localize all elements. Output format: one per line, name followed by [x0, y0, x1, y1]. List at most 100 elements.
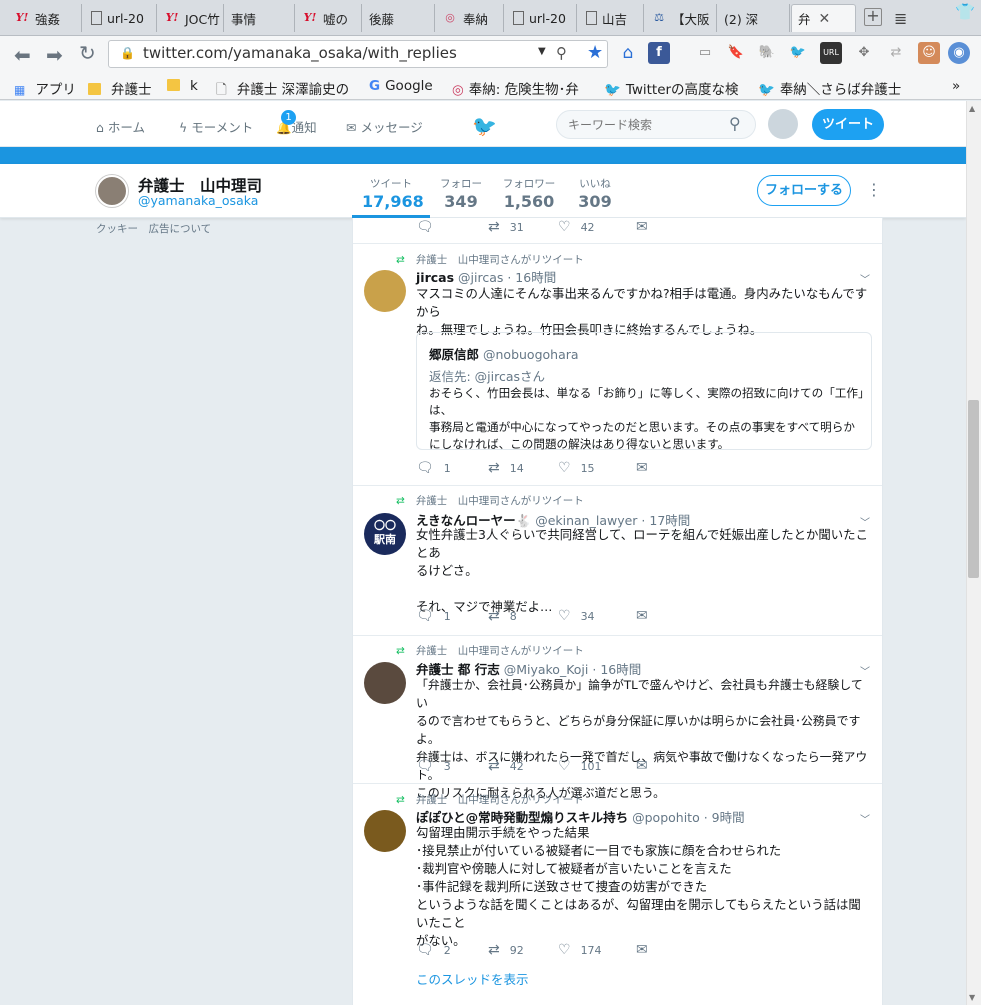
profile-handle[interactable]: @yamanaka_osaka — [138, 193, 258, 208]
bookmark-folder[interactable]: 弁護士 — [88, 78, 152, 98]
twitter-extension-icon[interactable]: 🐦 — [787, 42, 809, 64]
browser-tab-active[interactable]: 🐦弁✕ — [791, 4, 856, 32]
tweet-avatar[interactable] — [364, 810, 406, 852]
tweet-timestamp[interactable]: · 16時間 — [507, 270, 556, 285]
stat-tweets[interactable]: ツイート 17,968 — [362, 176, 424, 211]
tweet-avatar[interactable] — [364, 270, 406, 312]
browser-tab[interactable]: 🐦後藤 — [363, 4, 435, 32]
crosshair-icon[interactable]: ✥ — [853, 42, 875, 64]
scroll-down-arrow-icon[interactable]: ▼ — [969, 993, 975, 1002]
url-text[interactable]: twitter.com/yamanaka_osaka/with_replies — [143, 44, 457, 62]
retweet-button[interactable]: ⇄ 31 — [488, 219, 524, 235]
tab-list-menu-icon[interactable]: ≣ — [894, 9, 908, 28]
new-tab-button[interactable]: + — [864, 8, 882, 26]
browser-tab[interactable]: url-20 — [505, 4, 577, 32]
sidebar-footer-links[interactable]: クッキー 広告について — [96, 221, 211, 236]
more-bookmarks-chevron[interactable]: » — [952, 78, 960, 94]
dm-share-button[interactable]: ✉ — [636, 219, 658, 235]
browser-tab[interactable]: url-20 — [83, 4, 157, 32]
retweet-button[interactable]: ⇄ 14 — [488, 460, 524, 476]
show-thread-link[interactable]: このスレッドを表示 — [416, 969, 529, 988]
like-button[interactable]: ♡ 42 — [558, 219, 595, 235]
dm-share-button[interactable]: ✉ — [636, 460, 658, 476]
tweet-author-handle[interactable]: @jircas — [458, 270, 503, 285]
stat-following[interactable]: フォロー 349 — [436, 176, 486, 211]
browser-tab[interactable]: 🐦事情 — [225, 4, 295, 32]
search-icon[interactable]: ⚲ — [729, 114, 741, 133]
twitter-logo-icon[interactable]: 🐦 — [472, 114, 497, 138]
bookmark-link[interactable]: ◎ 奉納: 危険生物･弁 — [452, 78, 579, 98]
scroll-up-arrow-icon[interactable]: ▲ — [969, 104, 975, 113]
back-arrow-icon[interactable]: ⬅ — [14, 43, 31, 67]
theme-shirt-icon[interactable]: 👕 — [955, 2, 975, 21]
tweet-avatar[interactable] — [364, 662, 406, 704]
reply-button[interactable]: 🗨 2 — [416, 942, 451, 958]
tweet-timestamp[interactable]: · 9時間 — [704, 810, 745, 825]
browser-tab[interactable]: Y! 強姦 — [8, 4, 82, 32]
bookmark-link[interactable]: 🐦 奉納＼さらば弁護士 — [758, 78, 901, 98]
browser-tab[interactable]: Y! 嘘の — [296, 4, 362, 32]
nav-home[interactable]: ⌂ ホーム — [96, 117, 145, 136]
stat-followers[interactable]: フォロワー 1,560 — [501, 176, 557, 211]
like-button[interactable]: ♡ 15 — [558, 460, 595, 476]
tweet[interactable]: ⇄ 弁護士 山中理司さんがリツイート 〇〇 駅南 えきなんローヤー🐇 @ekina… — [353, 486, 882, 636]
reader-icon[interactable]: ▭ — [694, 42, 716, 64]
bookmark-icon[interactable]: 🔖 — [725, 42, 747, 64]
tweet-timestamp[interactable]: · 16時間 — [592, 662, 641, 677]
like-button[interactable]: ♡ 101 — [558, 758, 602, 774]
tweet-author-name[interactable]: 弁護士 都 行志 — [416, 662, 500, 677]
browser-tab[interactable]: 🐦(2) 深 — [718, 4, 790, 32]
tweet-author-name[interactable]: ぽぽひと@常時発動型煽りスキル持ち — [416, 810, 628, 825]
reply-button[interactable]: 🗨 1 — [416, 460, 451, 476]
bookmark-link[interactable]: 🗋 弁護士 深澤諭史の — [216, 78, 349, 103]
bookmark-star-icon[interactable]: ★ — [587, 42, 603, 63]
browser-tab[interactable]: ⚖ 【大阪 — [645, 4, 717, 32]
evernote-icon[interactable]: 🐘 — [756, 42, 778, 64]
facebook-icon[interactable]: f — [648, 42, 670, 64]
browser-tab[interactable]: Y! JOC竹 — [158, 4, 224, 32]
nav-moments[interactable]: ϟ モーメント — [179, 117, 253, 136]
reply-button[interactable]: 🗨 — [416, 219, 444, 235]
scrollbar-thumb[interactable] — [968, 400, 979, 578]
nav-messages[interactable]: ✉ メッセージ — [346, 117, 423, 136]
extension-globe-icon[interactable]: ◉ — [948, 42, 970, 64]
close-tab-icon[interactable]: ✕ — [819, 11, 831, 27]
dm-share-button[interactable]: ✉ — [636, 942, 658, 958]
tweet-author-handle[interactable]: @Miyako_Koji — [504, 662, 589, 677]
retweet-button[interactable]: ⇄ 92 — [488, 942, 524, 958]
quoted-tweet[interactable]: 郷原信郎 @nobuogohara 返信先: @jircasさん おそらく、竹田… — [416, 332, 872, 451]
tweet-avatar[interactable]: 〇〇 駅南 — [364, 513, 406, 555]
reload-icon[interactable]: ↻ — [79, 41, 96, 65]
retweet-button[interactable]: ⇄ 8 — [488, 608, 517, 624]
tweet[interactable]: ⇄ 弁護士 山中理司さんがリツイート 弁護士 都 行志 @Miyako_Koji … — [353, 636, 882, 800]
zoom-magnifier-icon[interactable]: ⚲ — [556, 44, 567, 62]
tweet-button[interactable]: ツイート — [812, 109, 884, 140]
browser-tab[interactable]: 山吉 — [578, 4, 644, 32]
profile-avatar[interactable] — [96, 175, 128, 207]
like-button[interactable]: ♡ 174 — [558, 942, 602, 958]
forward-arrow-icon[interactable]: ➡ — [46, 43, 63, 67]
search-input[interactable] — [556, 110, 756, 139]
reply-button[interactable]: 🗨 3 — [416, 758, 451, 774]
follow-button[interactable]: フォローする — [757, 175, 851, 206]
stat-likes[interactable]: いいね 309 — [573, 176, 617, 211]
user-avatar-icon[interactable]: ☺ — [918, 42, 940, 64]
reply-button[interactable]: 🗨 1 — [416, 608, 451, 624]
dm-share-button[interactable]: ✉ — [636, 758, 658, 774]
tweet-author-handle[interactable]: @popohito — [632, 810, 700, 825]
retweet-button[interactable]: ⇄ 42 — [488, 758, 524, 774]
bookmark-link[interactable]: 🐦 Twitterの高度な検 — [604, 78, 739, 98]
sync-icon[interactable]: ⇄ — [885, 42, 907, 64]
tweet-author-name[interactable]: jircas — [416, 270, 454, 285]
url-shortener-icon[interactable]: URL — [820, 42, 842, 64]
more-options-icon[interactable]: ⋮ — [866, 180, 882, 199]
bookmark-apps[interactable]: ▦ アプリ — [14, 78, 76, 98]
bookmark-link[interactable]: G Google — [369, 78, 433, 94]
current-user-avatar[interactable] — [768, 109, 798, 139]
home-icon[interactable]: ⌂ — [617, 42, 639, 64]
dm-share-button[interactable]: ✉ — [636, 608, 658, 624]
bookmark-folder[interactable]: k — [167, 78, 198, 94]
chevron-down-icon[interactable]: ﹀ — [860, 271, 870, 286]
browser-tab[interactable]: ◎ 奉納 — [436, 4, 504, 32]
url-dropdown-icon[interactable]: ▼ — [538, 46, 546, 57]
